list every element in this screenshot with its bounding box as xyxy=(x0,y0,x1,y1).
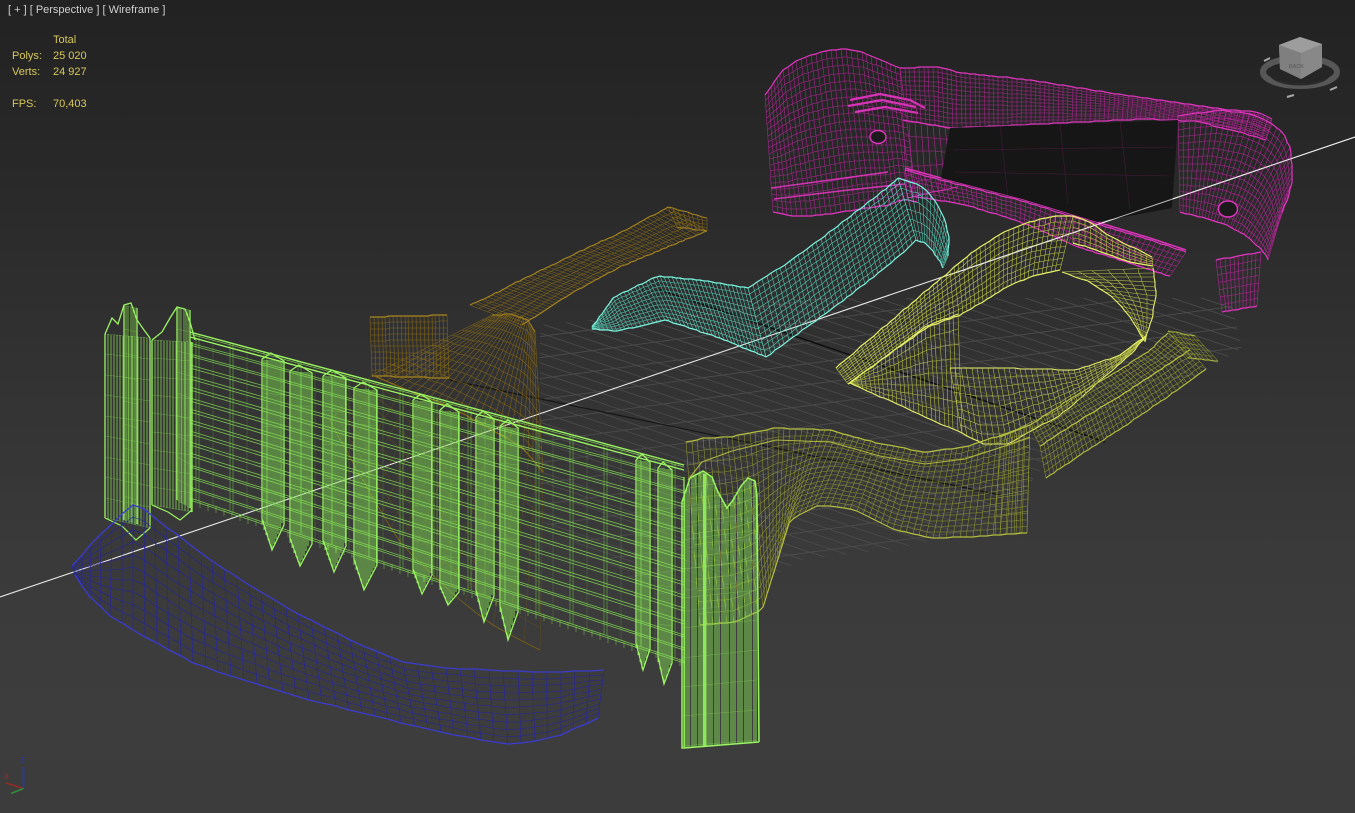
svg-text:24 927: 24 927 xyxy=(53,66,87,78)
svg-text:Polys:: Polys: xyxy=(12,50,42,62)
svg-text:[ + ] [ Perspective ] [ Wirefr: [ + ] [ Perspective ] [ Wireframe ] xyxy=(8,4,165,16)
svg-text:FPS:: FPS: xyxy=(12,98,36,110)
svg-text:Total: Total xyxy=(53,34,76,46)
svg-text:Verts:: Verts: xyxy=(12,66,40,78)
svg-text:x: x xyxy=(4,771,9,782)
svg-text:z: z xyxy=(20,755,25,766)
svg-text:BACK: BACK xyxy=(1289,64,1304,70)
svg-text:70,403: 70,403 xyxy=(53,98,87,110)
svg-text:25 020: 25 020 xyxy=(53,50,87,62)
